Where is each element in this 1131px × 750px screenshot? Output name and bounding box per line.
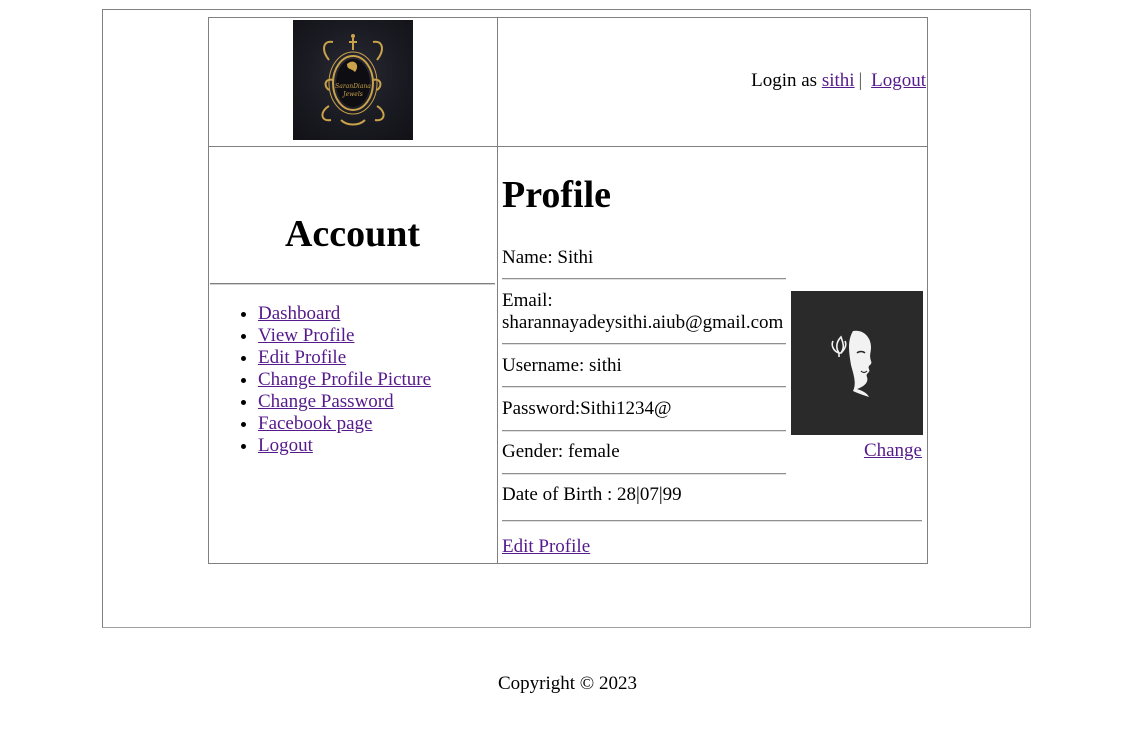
field-divider bbox=[502, 386, 786, 388]
account-heading: Account bbox=[284, 213, 421, 255]
sidebar-logout-link[interactable]: Logout bbox=[258, 435, 313, 456]
login-prefix: Login as bbox=[751, 70, 818, 91]
menu-item-facebook: Facebook page bbox=[258, 413, 431, 435]
facebook-page-link[interactable]: Facebook page bbox=[258, 413, 372, 434]
separator: | bbox=[858, 70, 863, 91]
account-menu: Dashboard View Profile Edit Profile Chan… bbox=[218, 303, 431, 457]
copyright-text: Copyright © 2023 bbox=[498, 673, 637, 694]
menu-item-edit-profile: Edit Profile bbox=[258, 347, 431, 369]
gender-field: Gender: female bbox=[502, 441, 620, 462]
ornate-frame-logo-icon: SaranDiana Jewels bbox=[321, 34, 385, 126]
name-field: Name: Sithi bbox=[502, 247, 594, 268]
menu-item-logout: Logout bbox=[258, 435, 431, 457]
change-picture-link[interactable]: Change bbox=[864, 440, 922, 462]
email-value: sharannayadeysithi.aiub@gmail.com bbox=[502, 312, 784, 333]
face-silhouette-icon bbox=[831, 330, 872, 397]
svg-text:SaranDiana: SaranDiana bbox=[335, 83, 371, 90]
profile-picture bbox=[791, 291, 923, 435]
edit-profile-link[interactable]: Edit Profile bbox=[502, 536, 590, 558]
field-divider bbox=[502, 473, 786, 475]
logout-link[interactable]: Logout bbox=[871, 70, 926, 91]
edit-profile-menu-link[interactable]: Edit Profile bbox=[258, 347, 346, 368]
profile-heading: Profile bbox=[502, 174, 612, 216]
svg-text:Jewels: Jewels bbox=[341, 91, 363, 98]
login-status: Login as sithi | Logout bbox=[751, 70, 926, 92]
field-divider bbox=[502, 278, 786, 280]
username-link[interactable]: sithi bbox=[822, 70, 855, 91]
dashboard-link[interactable]: Dashboard bbox=[258, 303, 340, 324]
column-divider bbox=[497, 17, 498, 564]
menu-item-view-profile: View Profile bbox=[258, 325, 431, 347]
change-profile-picture-link[interactable]: Change Profile Picture bbox=[258, 369, 431, 390]
row-divider bbox=[208, 146, 928, 147]
site-logo: SaranDiana Jewels bbox=[293, 20, 413, 140]
email-label: Email: bbox=[502, 290, 553, 311]
account-divider bbox=[210, 283, 495, 285]
menu-item-change-picture: Change Profile Picture bbox=[258, 369, 431, 391]
password-field: Password:Sithi1234@ bbox=[502, 398, 672, 419]
profile-divider bbox=[502, 520, 922, 522]
change-password-link[interactable]: Change Password bbox=[258, 391, 394, 412]
view-profile-link[interactable]: View Profile bbox=[258, 325, 354, 346]
dob-field: Date of Birth : 28|07|99 bbox=[502, 484, 682, 505]
menu-item-dashboard: Dashboard bbox=[258, 303, 431, 325]
field-divider bbox=[502, 430, 786, 432]
menu-item-change-password: Change Password bbox=[258, 391, 431, 413]
field-divider bbox=[502, 343, 786, 345]
username-field: Username: sithi bbox=[502, 355, 622, 376]
